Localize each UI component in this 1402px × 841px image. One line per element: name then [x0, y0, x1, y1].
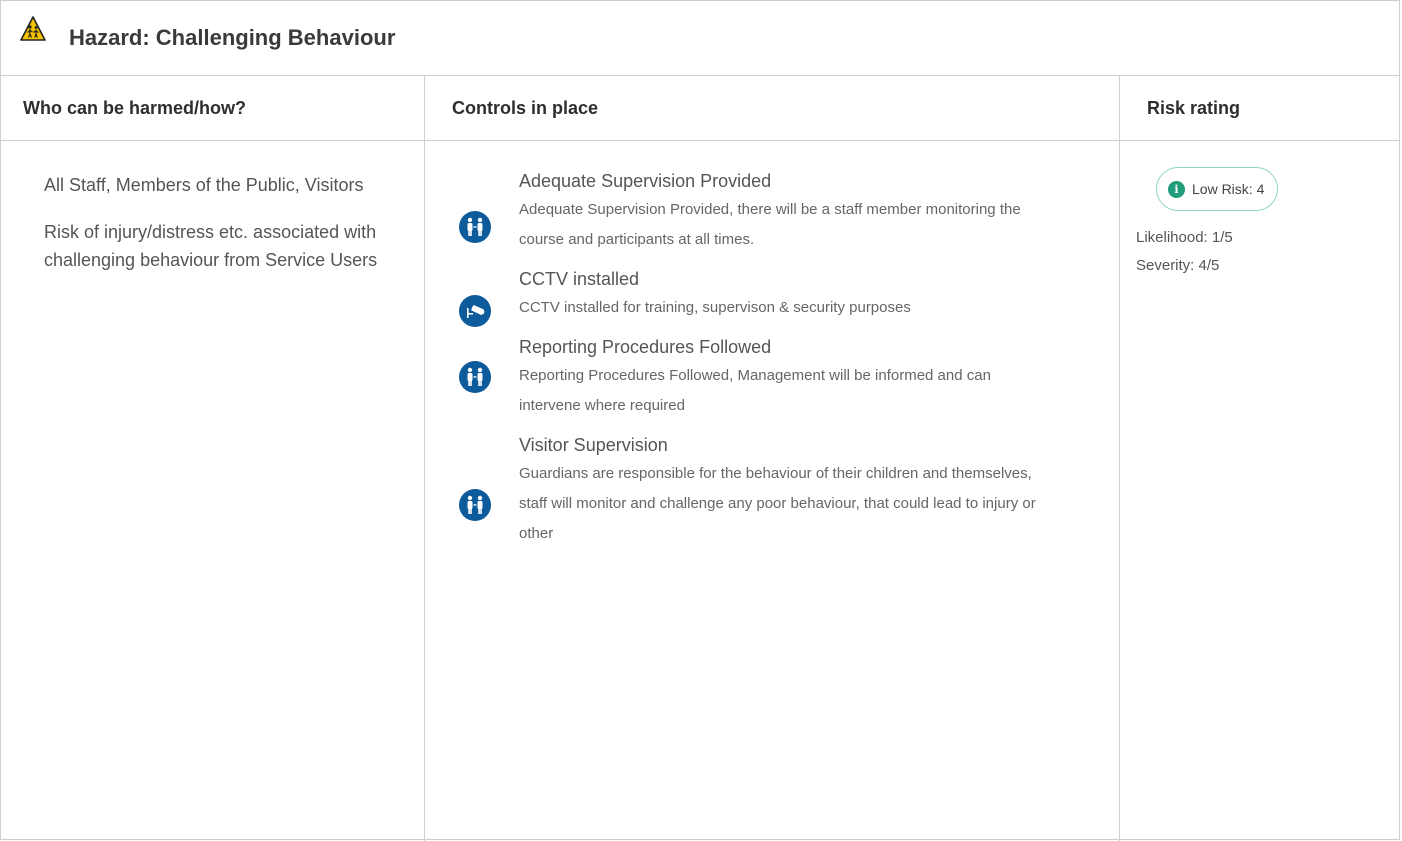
control-description: CCTV installed for training, supervison …: [519, 299, 911, 316]
hazard-card: Hazard: Challenging Behaviour Who can be…: [0, 0, 1400, 841]
who-cell: All Staff, Members of the Public, Visito…: [1, 141, 425, 841]
column-header-risk: Risk rating: [1147, 97, 1241, 118]
column-header-controls: Controls in place: [425, 76, 1120, 140]
risk-metrics: Likelihood: 1/5 Severity: 4/5: [1136, 224, 1399, 280]
control-item: CCTV installed CCTV installed for traini…: [425, 267, 1119, 327]
severity-text: Severity: 4/5: [1136, 257, 1220, 274]
control-description: Reporting Procedures Followed, Managemen…: [519, 367, 991, 414]
warning-children-icon: [20, 16, 46, 41]
control-description: Adequate Supervision Provided, there wil…: [519, 201, 1021, 248]
control-item: Visitor Supervision Guardians are respon…: [425, 433, 1119, 549]
control-title: Adequate Supervision Provided: [519, 171, 772, 191]
risk-badge-label: Low Risk: 4: [1192, 181, 1265, 197]
control-item: Reporting Procedures Followed Reporting …: [425, 335, 1119, 421]
supervision-icon: [459, 211, 491, 243]
hazard-title: Hazard: Challenging Behaviour: [69, 25, 396, 50]
supervision-icon: [459, 361, 491, 393]
who-people: All Staff, Members of the Public, Visito…: [44, 175, 364, 195]
control-title: Reporting Procedures Followed: [519, 337, 772, 357]
control-item: Adequate Supervision Provided Adequate S…: [425, 169, 1119, 255]
table-row: All Staff, Members of the Public, Visito…: [1, 141, 1399, 841]
table-header: Who can be harmed/how? Controls in place…: [1, 76, 1399, 141]
supervision-icon: [459, 489, 491, 521]
who-how: Risk of injury/distress etc. associated …: [44, 222, 378, 270]
cctv-icon: [459, 295, 491, 327]
risk-badge[interactable]: i Low Risk: 4: [1156, 167, 1279, 211]
control-title: CCTV installed: [519, 269, 640, 289]
controls-cell: Adequate Supervision Provided Adequate S…: [425, 141, 1120, 841]
control-description: Guardians are responsible for the behavi…: [519, 465, 1036, 542]
risk-cell: i Low Risk: 4 Likelihood: 1/5 Severity: …: [1120, 141, 1399, 841]
hazard-header: Hazard: Challenging Behaviour: [1, 1, 1399, 76]
info-icon: i: [1168, 180, 1185, 198]
column-header-who: Who can be harmed/how?: [1, 76, 425, 140]
likelihood-text: Likelihood: 1/5: [1136, 229, 1233, 246]
control-title: Visitor Supervision: [519, 435, 668, 455]
